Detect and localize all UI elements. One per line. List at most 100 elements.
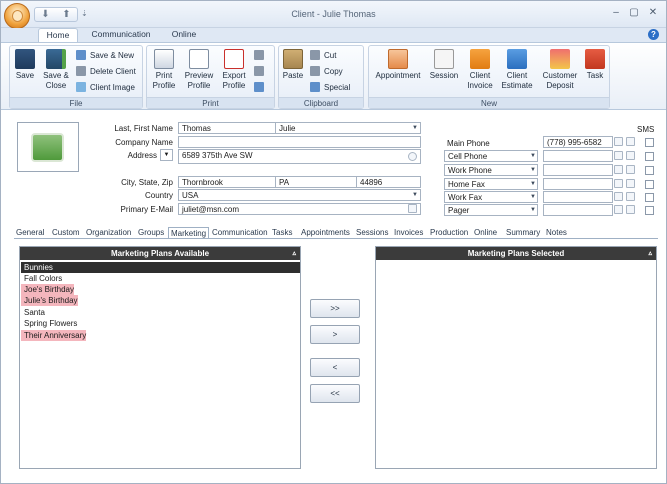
save-new-button[interactable]: Save & New: [76, 49, 134, 63]
phone-type-dropdown-icon[interactable]: ▼: [528, 179, 538, 189]
collapse-caret-icon[interactable]: ▵: [648, 247, 652, 260]
collapse-caret-icon[interactable]: ▵: [292, 247, 296, 260]
marketing-plans-available-list[interactable]: Marketing Plans Available ▵ Bunnies Fall…: [19, 246, 301, 469]
available-list-header[interactable]: Marketing Plans Available ▵: [20, 247, 300, 260]
client-image-button[interactable]: Client Image: [76, 81, 135, 95]
phone-type-select-2[interactable]: Work Phone: [444, 164, 538, 176]
export-profile-button[interactable]: Export Profile: [219, 49, 249, 91]
marketing-plans-selected-list[interactable]: Marketing Plans Selected ▵: [375, 246, 657, 469]
close-button[interactable]: ✕: [646, 7, 660, 19]
work-phone-field[interactable]: [543, 164, 613, 176]
list-item[interactable]: Spring Flowers: [21, 318, 77, 329]
special-button[interactable]: Special: [310, 81, 350, 95]
file-group-label: File: [10, 97, 142, 108]
ribbon-tab-home[interactable]: Home: [38, 28, 78, 42]
first-name-field[interactable]: Julie: [275, 122, 421, 134]
phone-type-dropdown-icon[interactable]: ▼: [528, 192, 538, 202]
paste-label: Paste: [282, 71, 304, 80]
add-selected-button[interactable]: >: [310, 325, 360, 344]
remove-all-button[interactable]: <<: [310, 384, 360, 403]
list-item[interactable]: Their Anniversary: [21, 330, 87, 341]
email-field[interactable]: juliet@msn.com: [178, 203, 421, 215]
map-search-icon[interactable]: [408, 152, 417, 161]
phone-type-dropdown-icon[interactable]: ▼: [528, 151, 538, 161]
work-fax-sms-checkbox[interactable]: [645, 193, 654, 202]
dial-icon[interactable]: [614, 179, 623, 188]
state-field[interactable]: PA: [275, 176, 357, 188]
selected-list-header[interactable]: Marketing Plans Selected ▵: [376, 247, 656, 260]
dial-icon[interactable]: [614, 192, 623, 201]
preview-profile-button[interactable]: Preview Profile: [183, 49, 215, 91]
dial-icon[interactable]: [614, 151, 623, 160]
appointment-button[interactable]: Appointment: [373, 49, 423, 81]
list-item[interactable]: Joe's Birthday: [21, 284, 74, 295]
list-item[interactable]: Julie's Birthday: [21, 295, 78, 306]
phone-note-icon[interactable]: [626, 205, 635, 214]
work-fax-field[interactable]: [543, 191, 613, 203]
minimize-button[interactable]: –: [609, 7, 623, 19]
country-dropdown-icon[interactable]: ▼: [410, 190, 420, 200]
dial-icon[interactable]: [614, 137, 623, 146]
maximize-button[interactable]: ▢: [627, 7, 641, 19]
copy-button[interactable]: Copy: [310, 65, 343, 79]
name-dropdown-icon[interactable]: ▼: [410, 123, 420, 133]
remove-selected-button[interactable]: <: [310, 358, 360, 377]
cut-button[interactable]: Cut: [310, 49, 336, 63]
print-profile-button[interactable]: Print Profile: [149, 49, 179, 91]
copy-page-button[interactable]: [254, 49, 268, 63]
work-phone-sms-checkbox[interactable]: [645, 166, 654, 175]
send-email-icon[interactable]: [408, 204, 417, 213]
save-close-button[interactable]: Save & Close: [41, 49, 71, 91]
layout-dropdown-button[interactable]: [254, 81, 268, 95]
phone-type-select-1[interactable]: Cell Phone: [444, 150, 538, 162]
home-fax-sms-checkbox[interactable]: [645, 180, 654, 189]
phone-type-dropdown-icon[interactable]: ▼: [528, 205, 538, 215]
pager-sms-checkbox[interactable]: [645, 206, 654, 215]
contact-card-button[interactable]: [254, 65, 268, 79]
available-list-title: Marketing Plans Available: [110, 249, 210, 258]
save-button[interactable]: Save: [12, 49, 38, 81]
list-item[interactable]: Fall Colors: [21, 273, 62, 284]
phone-note-icon[interactable]: [626, 179, 635, 188]
main-phone-field[interactable]: (778) 995-6582: [543, 136, 613, 148]
client-photo-placeholder-icon: [31, 133, 64, 162]
phone-type-select-5[interactable]: Pager: [444, 204, 538, 216]
country-select[interactable]: USA: [178, 189, 421, 201]
paste-button[interactable]: Paste: [281, 49, 305, 81]
save-close-icon: [46, 49, 66, 69]
last-name-field[interactable]: Thomas: [178, 122, 276, 134]
phone-note-icon[interactable]: [626, 137, 635, 146]
phone-note-icon[interactable]: [626, 165, 635, 174]
main-phone-label: Main Phone: [447, 139, 490, 148]
cell-phone-sms-checkbox[interactable]: [645, 152, 654, 161]
list-item[interactable]: Bunnies: [21, 262, 300, 273]
add-all-button[interactable]: >>: [310, 299, 360, 318]
address-field[interactable]: 6589 375th Ave SW: [178, 149, 421, 164]
help-icon[interactable]: ?: [648, 29, 659, 40]
pager-field[interactable]: [543, 204, 613, 216]
paste-special-icon: [310, 82, 320, 92]
phone-note-icon[interactable]: [626, 192, 635, 201]
zip-field[interactable]: 44896: [356, 176, 421, 188]
session-button[interactable]: Session: [429, 49, 459, 81]
customer-deposit-button[interactable]: Customer Deposit: [540, 49, 580, 91]
phone-type-select-3[interactable]: Home Fax: [444, 178, 538, 190]
main-phone-sms-checkbox[interactable]: [645, 138, 654, 147]
company-field[interactable]: [178, 136, 421, 148]
phone-type-select-4[interactable]: Work Fax: [444, 191, 538, 203]
address-type-dropdown[interactable]: ▼: [160, 149, 173, 161]
home-fax-field[interactable]: [543, 178, 613, 190]
client-estimate-button[interactable]: Client Estimate: [500, 49, 534, 91]
phone-type-dropdown-icon[interactable]: ▼: [528, 165, 538, 175]
list-item[interactable]: Santa: [21, 307, 45, 318]
city-field[interactable]: Thornbrook: [178, 176, 276, 188]
cell-phone-field[interactable]: [543, 150, 613, 162]
dial-icon[interactable]: [614, 165, 623, 174]
phone-note-icon[interactable]: [626, 151, 635, 160]
dial-icon[interactable]: [614, 205, 623, 214]
delete-client-button[interactable]: Delete Client: [76, 65, 136, 79]
client-invoice-button[interactable]: Client Invoice: [465, 49, 495, 91]
ribbon-tab-communication[interactable]: Communication: [86, 28, 156, 42]
task-button[interactable]: Task: [583, 49, 607, 81]
ribbon-tab-online[interactable]: Online: [164, 28, 204, 42]
